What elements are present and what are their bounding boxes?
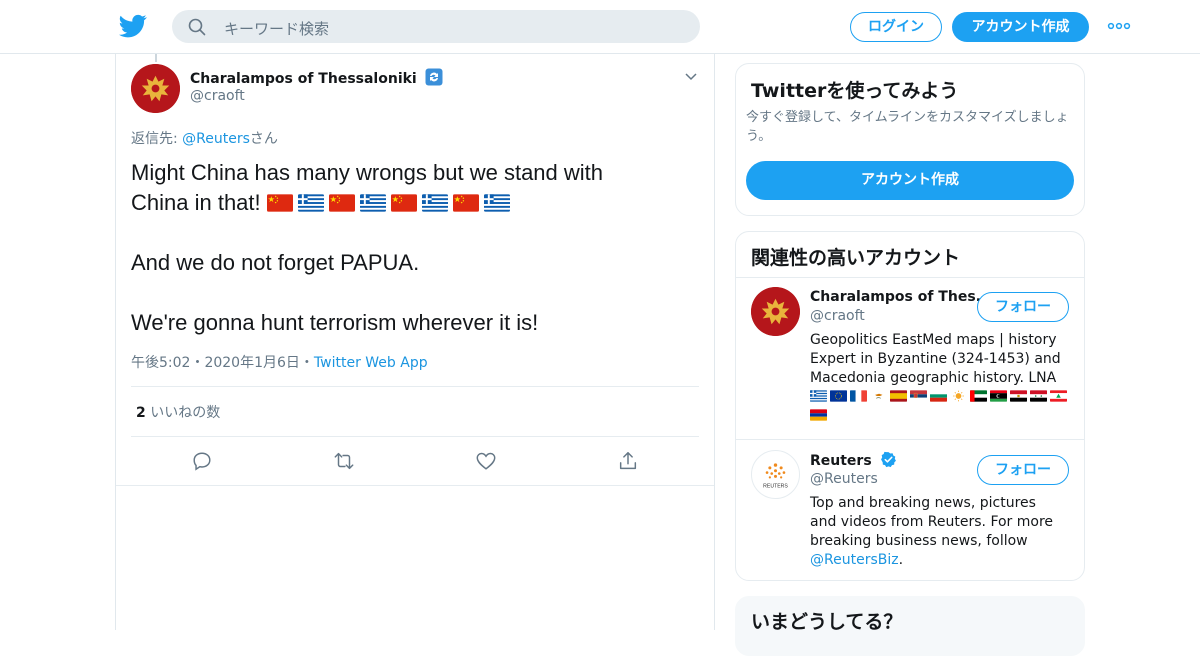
reuters-avatar[interactable]: REUTERS bbox=[751, 450, 800, 499]
greece-flag-icon bbox=[421, 194, 448, 212]
uae-flag-icon bbox=[970, 390, 987, 402]
account-bio: Top and breaking news, pictures and vide… bbox=[810, 494, 1062, 570]
account-name-text: Reuters bbox=[810, 453, 872, 469]
meta-separator: ・ bbox=[299, 355, 314, 371]
signup-promo-title: Twitterを使ってみよう bbox=[751, 80, 959, 102]
account-name[interactable]: Reuters bbox=[810, 451, 897, 469]
meta-separator: ・ bbox=[190, 355, 205, 371]
top-navigation-bar: キーワード検索 ログイン アカウント作成 bbox=[0, 0, 1200, 54]
greece-flag-icon bbox=[810, 390, 827, 402]
twitter-bird-icon[interactable] bbox=[119, 12, 147, 40]
greece-flag-icon bbox=[483, 194, 510, 212]
signup-promo-button[interactable]: アカウント作成 bbox=[746, 161, 1074, 200]
divider bbox=[736, 439, 1084, 440]
signup-promo-card: Twitterを使ってみよう 今すぐ登録して、タイムラインをカスタマイズしましょ… bbox=[735, 63, 1085, 216]
bulgaria-flag-icon bbox=[930, 390, 947, 402]
account-handle[interactable]: @craoft bbox=[810, 308, 865, 324]
lebanon-flag-icon bbox=[1050, 390, 1067, 402]
flag-emoji-row bbox=[266, 190, 515, 215]
france-flag-icon bbox=[850, 390, 867, 402]
reuters-logo-text: REUTERS bbox=[763, 484, 788, 490]
reply-context: 返信先: @Reutersさん bbox=[131, 128, 278, 148]
account-bio: Geopolitics EastMed maps | history Exper… bbox=[810, 332, 1061, 386]
armenia-flag-icon bbox=[810, 409, 827, 421]
reply-to-link[interactable]: @Reuters bbox=[182, 131, 250, 147]
tweet-line-1: Might China has many wrongs but we stand… bbox=[131, 160, 604, 185]
account-name[interactable]: Charalampos of Thes... bbox=[810, 289, 992, 305]
sync-badge-icon bbox=[425, 68, 443, 86]
follow-button[interactable]: フォロー bbox=[977, 292, 1069, 322]
signup-button[interactable]: アカウント作成 bbox=[952, 12, 1089, 42]
search-box[interactable]: キーワード検索 bbox=[172, 10, 700, 43]
tweet-date[interactable]: 2020年1月6日 bbox=[204, 355, 299, 371]
account-handle[interactable]: @Reuters bbox=[810, 471, 878, 487]
egypt-flag-icon bbox=[1010, 390, 1027, 402]
spain-flag-icon bbox=[890, 390, 907, 402]
more-options-icon[interactable] bbox=[1107, 18, 1131, 34]
related-accounts-title: 関連性の高いアカウント bbox=[751, 247, 961, 269]
author-avatar[interactable] bbox=[131, 64, 180, 113]
thread-connector bbox=[155, 54, 157, 62]
eu-flag-icon bbox=[830, 390, 847, 402]
like-count-label: いいねの数 bbox=[150, 405, 221, 421]
author-name-text: Charalampos of Thessaloniki bbox=[190, 71, 417, 87]
verified-badge-icon bbox=[880, 451, 897, 468]
tweet-line-4: We're gonna hunt terrorism wherever it i… bbox=[131, 310, 539, 335]
search-icon bbox=[188, 18, 206, 36]
tweet-line-2-text: China in that! bbox=[131, 190, 261, 215]
like-heart-icon[interactable] bbox=[475, 450, 497, 472]
greece-flag-icon bbox=[297, 194, 324, 212]
china-flag-icon bbox=[328, 194, 355, 212]
bio-mention-link[interactable]: @ReutersBiz bbox=[810, 552, 899, 568]
divider bbox=[736, 277, 1084, 278]
tweet-line-2: China in that! bbox=[131, 188, 691, 218]
trends-card: いまどうしてる？ bbox=[735, 596, 1085, 656]
login-button[interactable]: ログイン bbox=[850, 12, 942, 42]
tweet-metadata: 午後5:02・2020年1月6日・Twitter Web App bbox=[131, 352, 428, 372]
tweet-source-link[interactable]: Twitter Web App bbox=[314, 355, 428, 371]
account-bio-text: Top and breaking news, pictures and vide… bbox=[810, 495, 1054, 549]
like-count-stat[interactable]: 2 いいねの数 bbox=[136, 402, 220, 422]
serbia-flag-icon bbox=[910, 390, 927, 402]
reply-icon[interactable] bbox=[191, 450, 213, 472]
retweet-icon[interactable] bbox=[333, 450, 355, 472]
like-count: 2 bbox=[136, 405, 146, 421]
author-name[interactable]: Charalampos of Thessaloniki bbox=[190, 68, 443, 87]
follow-button[interactable]: フォロー bbox=[977, 455, 1069, 485]
search-placeholder: キーワード検索 bbox=[224, 20, 330, 38]
divider bbox=[116, 485, 714, 486]
cyprus-flag-icon bbox=[870, 390, 887, 402]
tweet-line-3: And we do not forget PAPUA. bbox=[131, 250, 420, 275]
greece-flag-icon bbox=[359, 194, 386, 212]
sun-flag-icon bbox=[950, 390, 967, 402]
reply-prefix: 返信先: bbox=[131, 131, 183, 147]
author-handle[interactable]: @craoft bbox=[190, 88, 245, 104]
china-flag-icon bbox=[266, 194, 293, 212]
syria-flag-icon bbox=[1030, 390, 1047, 402]
reply-suffix: さん bbox=[249, 131, 278, 147]
china-flag-icon bbox=[452, 194, 479, 212]
divider bbox=[131, 386, 699, 387]
account-avatar[interactable] bbox=[751, 287, 800, 336]
china-flag-icon bbox=[390, 194, 417, 212]
share-icon[interactable] bbox=[617, 450, 639, 472]
bio-flag-emoji-row bbox=[810, 390, 1070, 428]
divider bbox=[131, 436, 699, 437]
tweet-text: Might China has many wrongs but we stand… bbox=[131, 158, 691, 338]
signup-promo-subtitle: 今すぐ登録して、タイムラインをカスタマイズしましょう。 bbox=[746, 110, 1069, 144]
tweet-time[interactable]: 午後5:02 bbox=[131, 355, 190, 371]
account-bio-end: . bbox=[898, 552, 904, 568]
libya-flag-icon bbox=[990, 390, 1007, 402]
chevron-down-icon[interactable] bbox=[683, 68, 699, 84]
